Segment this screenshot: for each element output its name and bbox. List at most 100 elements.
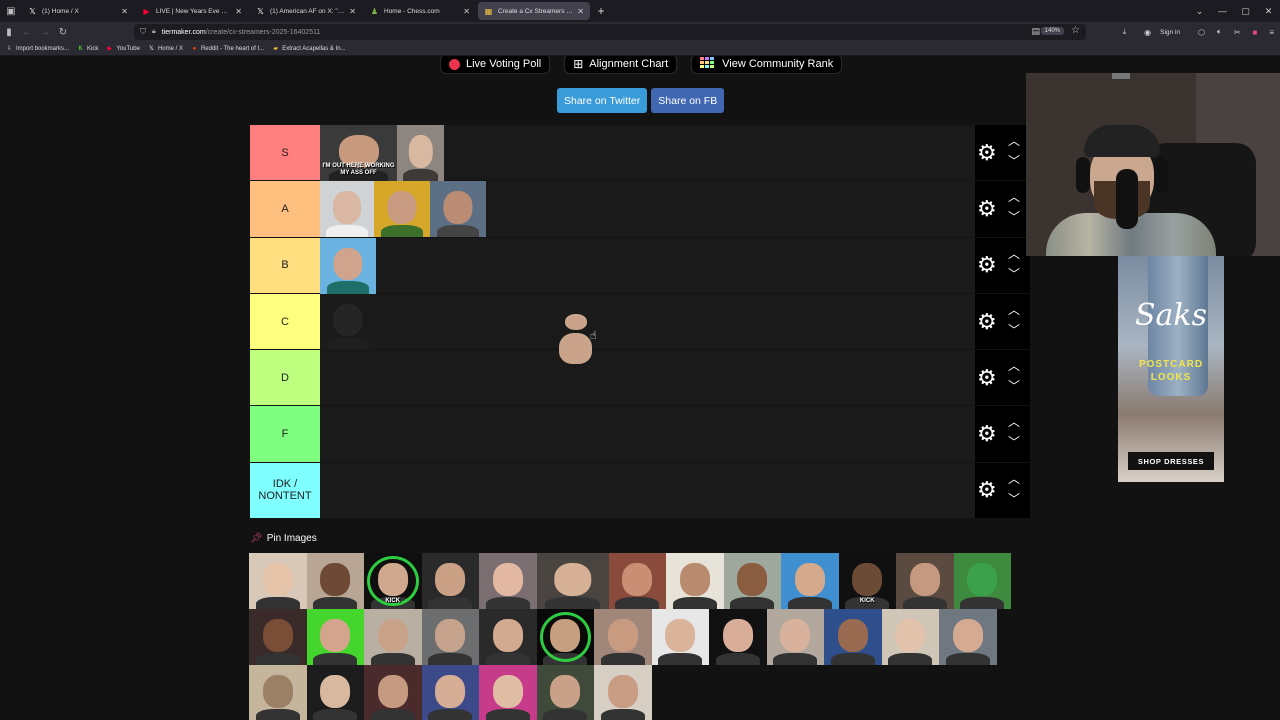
settings-gear-icon[interactable]: ⚙	[977, 140, 997, 166]
shop-dresses-button[interactable]: SHOP DRESSES	[1128, 452, 1214, 470]
pool-image[interactable]	[766, 609, 824, 665]
pool-image[interactable]	[249, 609, 307, 665]
pool-image[interactable]: KICK	[364, 553, 422, 609]
pool-image[interactable]	[306, 553, 364, 609]
pool-image[interactable]	[781, 553, 839, 609]
pool-image[interactable]	[479, 609, 537, 665]
sign-in-button[interactable]: ◉ Sign in	[1138, 28, 1186, 37]
pool-image[interactable]	[249, 665, 307, 720]
pool-image[interactable]	[666, 553, 724, 609]
settings-gear-icon[interactable]: ⚙	[977, 365, 997, 391]
tier-drop-zone[interactable]	[320, 406, 975, 462]
reload-button[interactable]: ↻	[54, 23, 72, 41]
bookmark-item[interactable]: ▶ YouTube	[106, 45, 140, 53]
close-tab-icon[interactable]: ✕	[577, 7, 584, 16]
bookmark-star-icon[interactable]: ☆	[1071, 25, 1080, 36]
tier-label[interactable]: A	[250, 181, 320, 237]
tier-image[interactable]	[397, 125, 444, 181]
pool-image[interactable]	[709, 609, 767, 665]
pool-image[interactable]	[536, 553, 609, 609]
bookmark-item[interactable]: ● Reddit - The heart of t...	[191, 45, 265, 52]
bookmark-item[interactable]: ▰ Extract Acapellas & In...	[272, 45, 345, 53]
settings-gear-icon[interactable]: ⚙	[977, 477, 997, 503]
browser-tab[interactable]: ♟ Home - Chess.com ✕	[364, 2, 476, 20]
tier-label[interactable]: S	[250, 125, 320, 181]
tracking-shield-icon[interactable]: ⛉	[140, 27, 146, 37]
downloads-icon[interactable]: ⤓	[1123, 27, 1127, 37]
move-tier-down-icon[interactable]: ﹀	[1008, 376, 1020, 396]
back-button[interactable]: ←	[18, 23, 36, 41]
move-tier-up-icon[interactable]: ︿	[1008, 412, 1020, 432]
pool-image[interactable]	[896, 553, 954, 609]
url-bar[interactable]: ⛉ 🔒︎ tiermaker.com/create/cx-streamers-2…	[134, 24, 1086, 40]
alignment-chart-button[interactable]: ⊞ Alignment Chart	[564, 56, 678, 74]
tier-drop-zone[interactable]: I'M OUT HERE WORKING MY ASS OFF	[320, 125, 975, 181]
tier-image[interactable]: I'M OUT HERE WORKING MY ASS OFF	[320, 125, 397, 181]
minimize-icon[interactable]: —	[1211, 6, 1234, 16]
move-tier-up-icon[interactable]: ︿	[1008, 469, 1020, 489]
settings-gear-icon[interactable]: ⚙	[977, 421, 997, 447]
close-tab-icon[interactable]: ✕	[349, 7, 356, 16]
tier-label[interactable]: B	[250, 237, 320, 293]
pool-image[interactable]	[939, 609, 997, 665]
pool-image[interactable]	[608, 553, 666, 609]
list-all-tabs-icon[interactable]: ⌄	[1188, 6, 1211, 17]
pool-image[interactable]	[651, 609, 709, 665]
forward-button[interactable]: →	[36, 23, 54, 41]
move-tier-up-icon[interactable]: ︿	[1008, 187, 1020, 207]
close-tab-icon[interactable]: ✕	[121, 7, 128, 16]
browser-tab[interactable]: ▦ Create a Cx Streamers 2025 Tie ✕	[478, 2, 590, 20]
live-voting-poll-button[interactable]: Live Voting Poll	[440, 56, 551, 74]
settings-gear-icon[interactable]: ⚙	[977, 309, 997, 335]
tier-drop-zone[interactable]	[320, 462, 975, 519]
settings-gear-icon[interactable]: ⚙	[977, 252, 997, 278]
pool-image[interactable]	[536, 665, 594, 720]
tier-image[interactable]	[320, 293, 376, 350]
pool-image[interactable]	[479, 553, 537, 609]
move-tier-down-icon[interactable]: ﹀	[1008, 151, 1020, 171]
menu-icon[interactable]: ≡	[1269, 28, 1274, 37]
tier-drop-zone[interactable]	[320, 181, 975, 238]
move-tier-down-icon[interactable]: ﹀	[1008, 264, 1020, 284]
pool-image[interactable]	[881, 609, 939, 665]
pool-image[interactable]	[306, 609, 364, 665]
browser-tab[interactable]: ▶ LIVE | New Years Eve Celebratio ✕	[136, 2, 248, 20]
tier-drop-zone[interactable]	[320, 350, 975, 406]
pool-image[interactable]	[594, 665, 652, 720]
zoom-level[interactable]: 140%	[1040, 27, 1064, 35]
pool-image[interactable]	[953, 553, 1011, 609]
share-on-twitter-button[interactable]: Share on Twitter	[557, 88, 648, 113]
browser-tab[interactable]: 𝕏 (1) Home / X ✕	[22, 2, 134, 20]
pool-image[interactable]	[364, 609, 422, 665]
move-tier-down-icon[interactable]: ﹀	[1008, 432, 1020, 452]
sidebar-toggle-icon[interactable]: ▮	[0, 23, 18, 41]
tier-label[interactable]: D	[250, 350, 320, 406]
pool-image[interactable]	[421, 665, 479, 720]
pool-image[interactable]	[479, 665, 537, 720]
tier-label[interactable]: C	[250, 293, 320, 350]
pool-image[interactable]	[723, 553, 781, 609]
tier-image[interactable]	[374, 181, 430, 238]
tier-drop-zone[interactable]	[320, 293, 975, 350]
pool-image[interactable]	[249, 553, 307, 609]
bookmark-item[interactable]: K Kick	[77, 45, 99, 52]
screenshot-icon[interactable]: ✂	[1234, 28, 1241, 37]
pool-image[interactable]: KICK	[838, 553, 896, 609]
move-tier-up-icon[interactable]: ︿	[1008, 300, 1020, 320]
pool-image[interactable]	[536, 609, 594, 665]
share-on-fb-button[interactable]: Share on FB	[651, 88, 725, 113]
move-tier-up-icon[interactable]: ︿	[1008, 356, 1020, 376]
bookmark-item[interactable]: ⇩ Import bookmarks...	[6, 45, 69, 53]
view-community-rank-button[interactable]: View Community Rank	[691, 56, 843, 74]
pool-image[interactable]	[594, 609, 652, 665]
move-tier-down-icon[interactable]: ﹀	[1008, 320, 1020, 340]
new-tab-button[interactable]: +	[592, 2, 610, 20]
tab-list-icon[interactable]: ▣	[0, 0, 22, 22]
tier-label[interactable]: F	[250, 406, 320, 462]
move-tier-up-icon[interactable]: ︿	[1008, 131, 1020, 151]
extension-badge-icon[interactable]: ■	[1252, 28, 1257, 37]
tier-drop-zone[interactable]	[320, 237, 975, 294]
lock-icon[interactable]: 🔒︎	[152, 28, 156, 36]
tier-image[interactable]	[320, 237, 376, 294]
restore-icon[interactable]: ▢	[1234, 6, 1257, 17]
